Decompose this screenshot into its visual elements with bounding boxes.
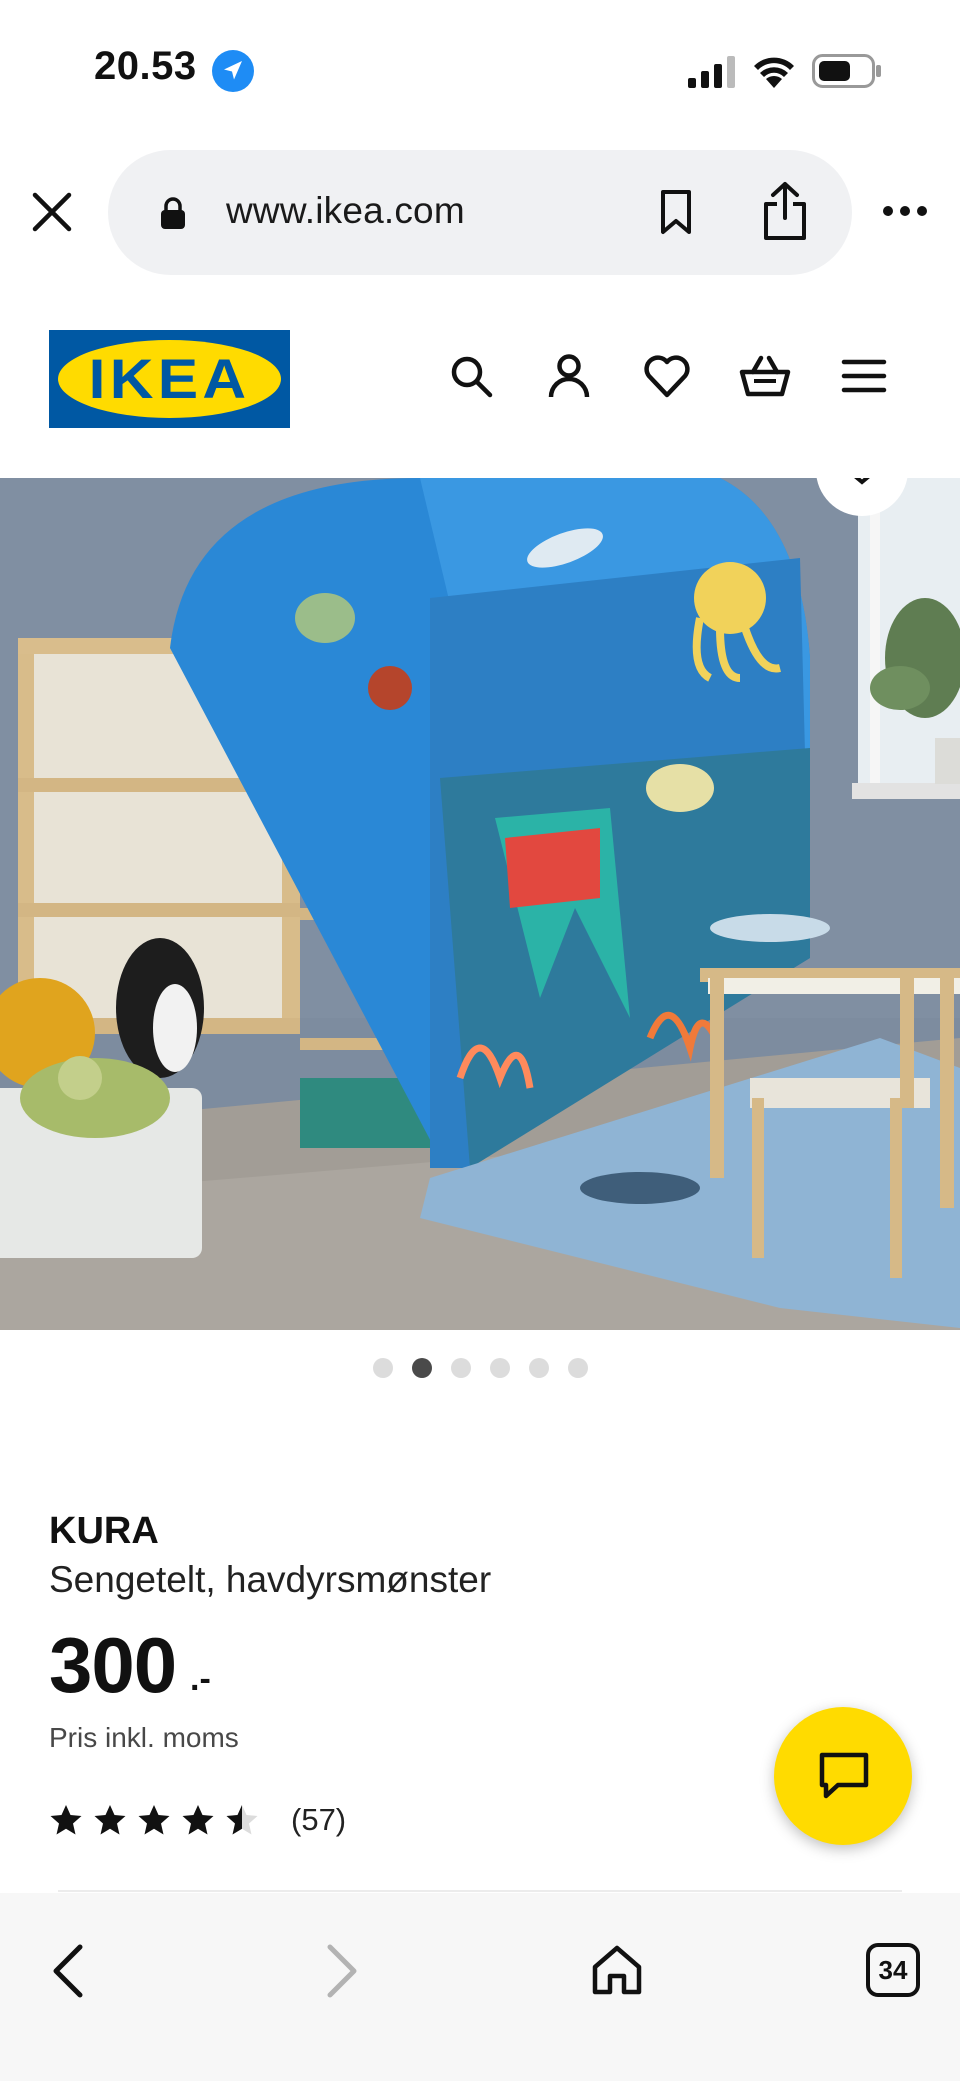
home-icon[interactable] [590,1943,644,1997]
bookmark-icon[interactable] [656,188,696,236]
price-note: Pris inkl. moms [49,1722,239,1753]
carousel-dot-active[interactable] [411,1358,432,1378]
tabs-icon[interactable]: 34 [866,1943,920,1997]
account-icon[interactable] [545,352,593,400]
kura-bed-tent-illustration [0,478,960,1330]
heart-icon[interactable] [643,352,691,400]
carousel-dot[interactable] [450,1358,471,1378]
search-icon[interactable] [447,352,495,400]
ikea-logo[interactable]: IKEA [49,330,290,428]
battery-icon [812,54,881,88]
close-icon[interactable] [30,190,74,234]
carousel-dot[interactable] [489,1358,510,1378]
share-icon[interactable] [760,180,810,242]
browser-bottom-nav: 34 [0,1893,960,2081]
review-count[interactable]: (57) [291,1802,346,1838]
url-text[interactable]: www.ikea.com [226,190,465,232]
star-full-icon [182,1805,214,1835]
chat-icon [819,1752,869,1799]
star-half-icon [226,1805,258,1835]
cellular-signal-icon [688,56,735,88]
divider [58,1890,902,1892]
price-suffix: .- [190,1660,211,1698]
status-time: 20.53 [94,44,197,88]
logo-text: IKEA [88,347,251,410]
product-image[interactable] [0,478,960,1330]
carousel-dot[interactable] [567,1358,588,1378]
carousel-dot[interactable] [528,1358,549,1378]
carousel-dot[interactable] [372,1358,393,1378]
tabs-count: 34 [878,1954,908,1985]
hamburger-menu-icon[interactable] [840,352,888,400]
lock-icon [161,197,185,229]
basket-icon[interactable] [739,352,791,400]
star-full-icon [94,1805,126,1835]
rating[interactable]: (57) [49,1800,346,1840]
product-name: KURA [49,1510,159,1552]
back-arrow-icon[interactable] [48,1943,88,1999]
chat-button[interactable] [774,1707,912,1845]
address-bar[interactable]: www.ikea.com [108,150,852,275]
product-price: 300 [49,1621,177,1709]
star-full-icon [50,1805,82,1835]
status-bar: 20.53 [0,0,960,140]
product-description: Sengetelt, havdyrsmønster [49,1559,492,1600]
carousel-dots [0,1358,960,1380]
wifi-icon [754,57,794,88]
more-icon[interactable] [882,204,928,218]
forward-arrow-icon[interactable] [322,1943,362,1999]
location-arrow-icon [212,50,254,92]
star-full-icon [138,1805,170,1835]
